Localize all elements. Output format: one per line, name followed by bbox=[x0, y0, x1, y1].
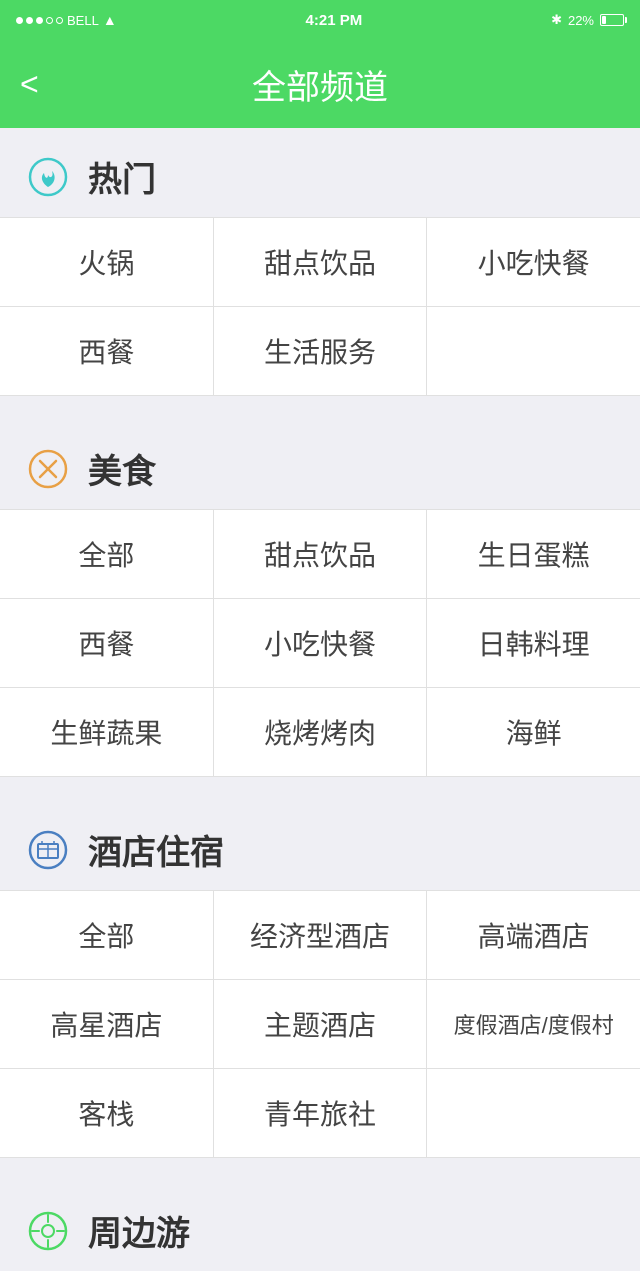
page-title: 全部频道 bbox=[252, 60, 388, 109]
list-item[interactable]: 小吃快餐 bbox=[214, 599, 428, 687]
status-right: ✱ 22% bbox=[551, 12, 624, 28]
bluetooth-icon: ✱ bbox=[551, 12, 562, 28]
list-item[interactable]: 日韩料理 bbox=[427, 599, 640, 687]
list-item[interactable]: 青年旅社 bbox=[214, 1069, 428, 1157]
list-item[interactable]: 客栈 bbox=[0, 1069, 214, 1157]
list-item[interactable]: 高星酒店 bbox=[0, 980, 214, 1068]
dot5 bbox=[56, 17, 63, 24]
back-button[interactable]: < bbox=[20, 68, 39, 100]
list-item[interactable]: 西餐 bbox=[0, 307, 214, 395]
grid-row: 全部 甜点饮品 生日蛋糕 bbox=[0, 510, 640, 599]
section-header-nearby: 周边游 bbox=[0, 1206, 640, 1271]
dot1 bbox=[16, 17, 23, 24]
section-header-food: 美食 bbox=[0, 444, 640, 509]
grid-row: 火锅 甜点饮品 小吃快餐 bbox=[0, 218, 640, 307]
list-item[interactable]: 生活服务 bbox=[214, 307, 428, 395]
list-item[interactable]: 烧烤烤肉 bbox=[214, 688, 428, 776]
list-item[interactable]: 高端酒店 bbox=[427, 891, 640, 979]
section-gap bbox=[0, 396, 640, 420]
nearby-icon bbox=[24, 1207, 72, 1255]
section-title-nearby: 周边游 bbox=[88, 1206, 190, 1255]
time-label: 4:21 PM bbox=[306, 12, 363, 29]
section-food: 美食 全部 甜点饮品 生日蛋糕 西餐 小吃快餐 日韩料理 生鲜蔬果 烧烤烤肉 海… bbox=[0, 420, 640, 777]
grid-row: 全部 经济型酒店 高端酒店 bbox=[0, 891, 640, 980]
grid-hot: 火锅 甜点饮品 小吃快餐 西餐 生活服务 bbox=[0, 217, 640, 396]
grid-food: 全部 甜点饮品 生日蛋糕 西餐 小吃快餐 日韩料理 生鲜蔬果 烧烤烤肉 海鲜 bbox=[0, 509, 640, 777]
dot2 bbox=[26, 17, 33, 24]
list-item[interactable]: 主题酒店 bbox=[214, 980, 428, 1068]
battery-fill bbox=[602, 16, 606, 24]
list-item[interactable]: 全部 bbox=[0, 891, 214, 979]
hot-icon bbox=[24, 153, 72, 201]
list-item[interactable]: 甜点饮品 bbox=[214, 218, 428, 306]
list-item[interactable]: 生鲜蔬果 bbox=[0, 688, 214, 776]
status-bar: BELL ▲ 4:21 PM ✱ 22% bbox=[0, 0, 640, 40]
grid-row: 高星酒店 主题酒店 度假酒店/度假村 bbox=[0, 980, 640, 1069]
list-item[interactable]: 度假酒店/度假村 bbox=[427, 980, 640, 1068]
grid-hotel: 全部 经济型酒店 高端酒店 高星酒店 主题酒店 度假酒店/度假村 客栈 青年旅社 bbox=[0, 890, 640, 1158]
section-gap bbox=[0, 1158, 640, 1182]
list-item[interactable]: 甜点饮品 bbox=[214, 510, 428, 598]
food-icon bbox=[24, 445, 72, 493]
list-item[interactable]: 生日蛋糕 bbox=[427, 510, 640, 598]
dot4 bbox=[46, 17, 53, 24]
list-item[interactable]: 火锅 bbox=[0, 218, 214, 306]
grid-row: 客栈 青年旅社 bbox=[0, 1069, 640, 1157]
signal-dots bbox=[16, 17, 63, 24]
battery-icon bbox=[600, 14, 624, 26]
section-header-hot: 热门 bbox=[0, 152, 640, 217]
list-item[interactable]: 海鲜 bbox=[427, 688, 640, 776]
list-item[interactable]: 西餐 bbox=[0, 599, 214, 687]
section-title-hotel: 酒店住宿 bbox=[88, 825, 224, 874]
section-gap bbox=[0, 777, 640, 801]
grid-row: 西餐 小吃快餐 日韩料理 bbox=[0, 599, 640, 688]
list-item-empty bbox=[427, 1069, 640, 1157]
battery-percent: 22% bbox=[568, 13, 594, 28]
section-hotel: 酒店住宿 全部 经济型酒店 高端酒店 高星酒店 主题酒店 度假酒店/度假村 客栈… bbox=[0, 801, 640, 1158]
carrier-label: BELL bbox=[67, 13, 99, 28]
status-left: BELL ▲ bbox=[16, 12, 117, 28]
content: 热门 火锅 甜点饮品 小吃快餐 西餐 生活服务 bbox=[0, 128, 640, 1271]
list-item[interactable]: 经济型酒店 bbox=[214, 891, 428, 979]
section-hot: 热门 火锅 甜点饮品 小吃快餐 西餐 生活服务 bbox=[0, 128, 640, 396]
hotel-icon bbox=[24, 826, 72, 874]
list-item-empty bbox=[427, 307, 640, 395]
nav-bar: < 全部频道 bbox=[0, 40, 640, 128]
section-header-hotel: 酒店住宿 bbox=[0, 825, 640, 890]
section-nearby: 周边游 bbox=[0, 1182, 640, 1271]
grid-row: 生鲜蔬果 烧烤烤肉 海鲜 bbox=[0, 688, 640, 776]
list-item[interactable]: 全部 bbox=[0, 510, 214, 598]
grid-row: 西餐 生活服务 bbox=[0, 307, 640, 395]
wifi-icon: ▲ bbox=[103, 12, 117, 28]
section-title-hot: 热门 bbox=[88, 152, 156, 201]
section-title-food: 美食 bbox=[88, 444, 156, 493]
dot3 bbox=[36, 17, 43, 24]
list-item[interactable]: 小吃快餐 bbox=[427, 218, 640, 306]
